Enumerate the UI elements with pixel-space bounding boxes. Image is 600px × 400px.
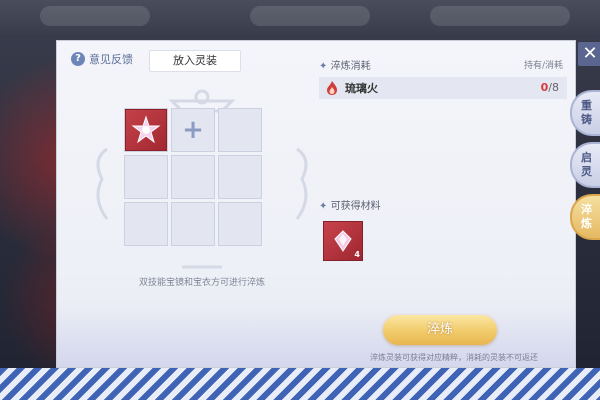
refine-panel: ? 意见反馈 放入灵装 + 双技能宝镜和宝衣方可进行淬炼 ✦ 淬炼消耗 持有/消… (56, 40, 576, 368)
refine-note: 淬炼灵装可获得对应精粹，消耗的灵装不可返还 (370, 353, 538, 362)
flame-icon (327, 81, 337, 95)
consume-section-title: ✦ 淬炼消耗 (319, 57, 371, 72)
grid-slot-empty[interactable] (171, 155, 215, 199)
close-icon: ✕ (582, 43, 598, 64)
consume-title: 淬炼消耗 (330, 61, 371, 72)
side-tab-label: 淬 (581, 203, 592, 216)
equipment-item[interactable] (125, 109, 167, 151)
material-row: 琉璃火 0/8 (319, 77, 567, 99)
obtainable-title: 可获得材料 (330, 201, 381, 212)
crystal-icon (334, 230, 352, 252)
equipment-grid: + (124, 108, 262, 246)
grid-slot-empty[interactable] (171, 202, 215, 246)
grid-hint: 双技能宝镜和宝衣方可进行淬炼 (138, 278, 265, 288)
feedback-label: 意见反馈 (89, 53, 133, 66)
side-tab-label: 灵 (581, 165, 592, 178)
reward-quantity: 4 (354, 250, 360, 259)
material-need: /8 (548, 81, 559, 94)
side-tab-label: 启 (581, 151, 592, 164)
grid-slot-empty[interactable] (124, 155, 168, 199)
bottom-border-pattern (0, 368, 600, 400)
side-tab-label: 铸 (581, 113, 592, 126)
hud-blob (430, 6, 570, 26)
hud-blob (40, 6, 150, 26)
grid-slot-empty[interactable] (218, 155, 262, 199)
side-tab-label: 重 (581, 99, 592, 112)
grid-slot-empty[interactable] (218, 202, 262, 246)
diamond-icon: ✦ (319, 61, 328, 72)
grid-slot-filled[interactable] (124, 108, 168, 152)
obtainable-section-title: ✦ 可获得材料 (319, 197, 381, 212)
feedback-link[interactable]: ? 意见反馈 (71, 51, 133, 67)
top-hud-strip (0, 0, 600, 34)
question-icon: ? (71, 52, 85, 66)
plus-icon: + (182, 115, 204, 145)
reward-item[interactable]: 4 (323, 221, 363, 261)
material-name: 琉璃火 (345, 82, 378, 95)
grid-slot-empty[interactable] (124, 202, 168, 246)
refine-button[interactable]: 淬炼 (383, 315, 497, 345)
hud-blob (250, 6, 370, 26)
grid-slot-empty[interactable] (218, 108, 262, 152)
material-count: 0/8 (541, 81, 559, 94)
grid-slot-add[interactable]: + (171, 108, 215, 152)
have-need-label: 持有/消耗 (523, 61, 563, 71)
close-button[interactable]: ✕ (578, 42, 600, 66)
side-tab-label: 炼 (581, 217, 592, 230)
star-gem-icon (131, 115, 161, 144)
tab-place-equipment[interactable]: 放入灵装 (149, 50, 241, 72)
diamond-icon: ✦ (319, 201, 328, 212)
